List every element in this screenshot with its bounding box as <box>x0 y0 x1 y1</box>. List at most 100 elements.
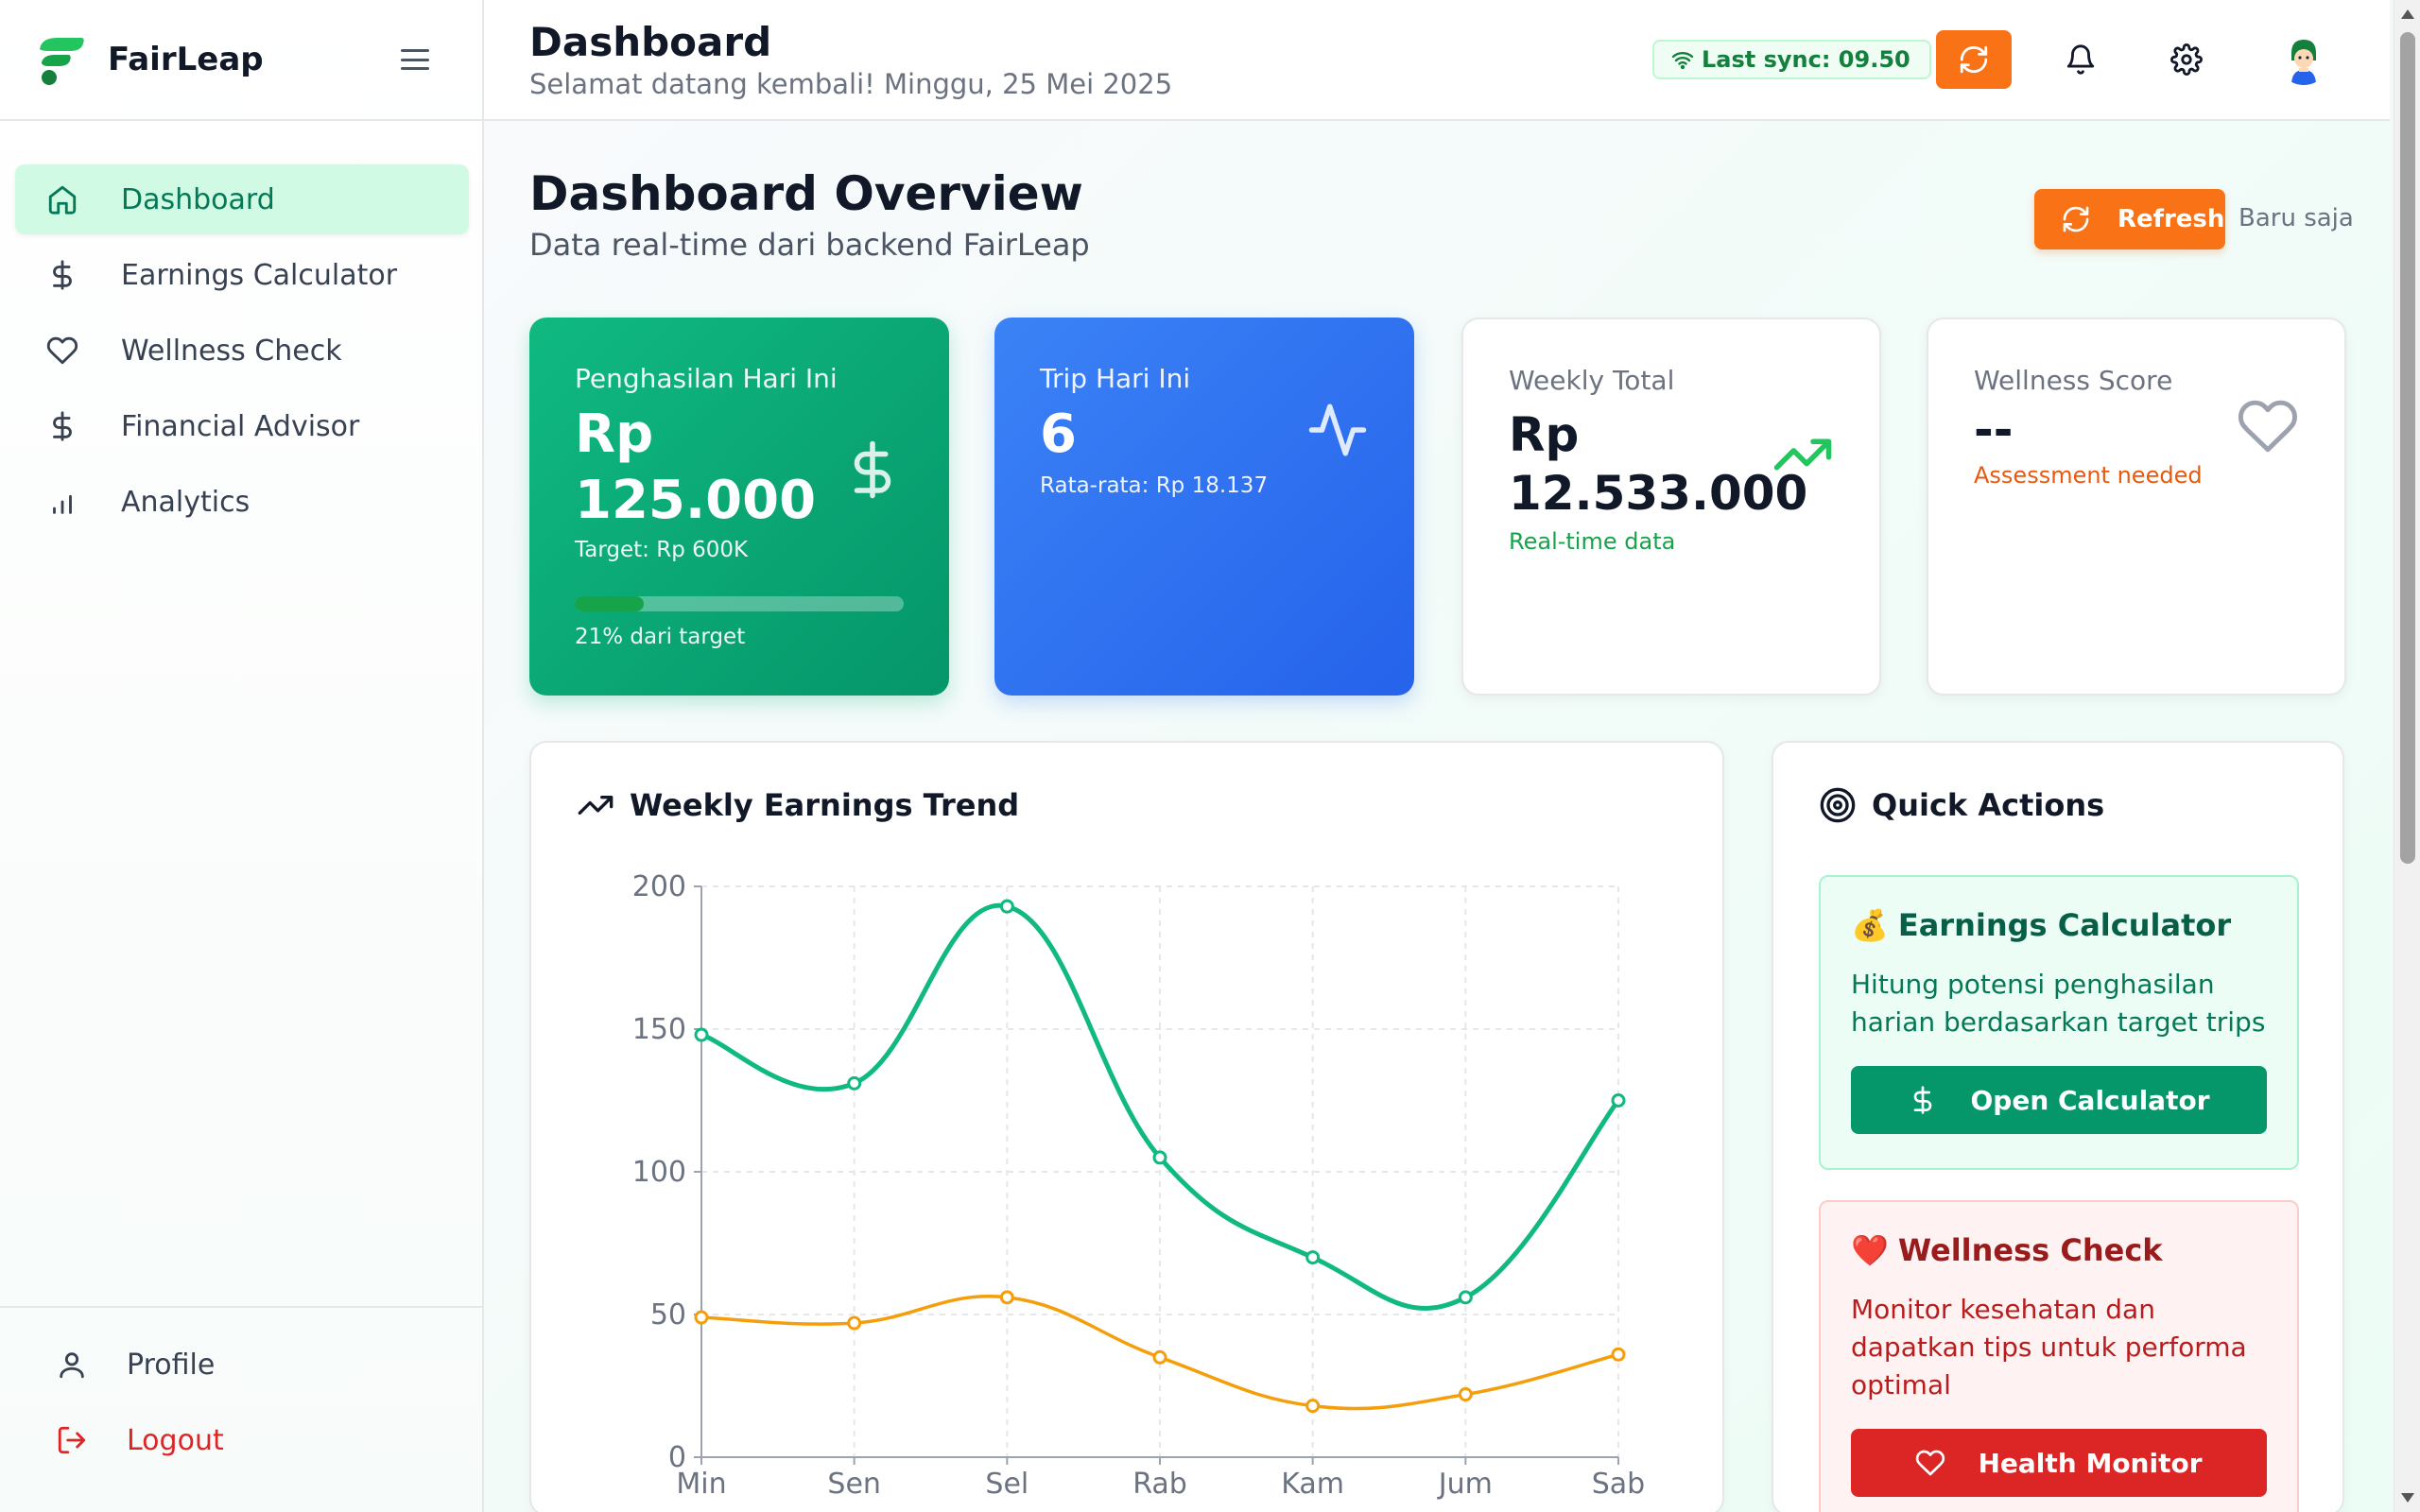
x-tick-label: Jum <box>1437 1468 1493 1501</box>
menu-toggle-icon[interactable] <box>401 49 429 70</box>
quick-actions-title: Quick Actions <box>1819 786 2104 824</box>
vertical-scrollbar[interactable] <box>2394 0 2420 1512</box>
qa-wellness-check: ❤️ Wellness Check Monitor kesehatan dan … <box>1819 1200 2299 1512</box>
bar-chart-icon <box>43 483 81 521</box>
stat-target: Target: Rp 600K <box>575 538 749 562</box>
scroll-down-arrow[interactable] <box>2401 1493 2414 1503</box>
overview-subtitle: Data real-time dari backend FairLeap <box>529 227 1090 263</box>
weekly-earnings-line-chart: 050100150200MinSenSelRabKamJumSabEarning… <box>632 870 1646 1501</box>
y-tick-label: 200 <box>632 870 686 903</box>
sync-status-badge: Last sync: 09.50 <box>1652 40 1931 79</box>
data-point-bonus <box>694 1310 709 1325</box>
qa-earnings-desc: Hitung potensi penghasilan harian berdas… <box>1851 969 2266 1038</box>
sidebar-item-earnings-calculator[interactable]: Earnings Calculator <box>15 240 469 310</box>
data-point-bonus <box>1152 1349 1167 1365</box>
sidebar-nav: Dashboard Earnings Calculator Wellness C… <box>15 164 469 542</box>
x-tick-label: Sab <box>1592 1468 1645 1501</box>
open-calculator-label: Open Calculator <box>1970 1084 2210 1116</box>
sidebar-item-dashboard[interactable]: Dashboard <box>15 164 469 234</box>
data-point-bonus <box>1611 1347 1626 1362</box>
home-icon <box>43 180 81 218</box>
brand-header: FairLeap <box>0 0 482 121</box>
money-bag-icon: 💰 <box>1851 907 1889 943</box>
sidebar-item-label: Earnings Calculator <box>121 258 398 292</box>
sidebar-item-financial-advisor[interactable]: Financial Advisor <box>15 391 469 461</box>
data-point-earnings <box>999 899 1014 914</box>
wifi-icon <box>1671 52 1694 70</box>
profile-link[interactable]: Profile <box>53 1327 482 1402</box>
top-header: Dashboard Selamat datang kembali! Minggu… <box>484 0 2390 121</box>
target-icon <box>1820 787 1856 823</box>
logout-link[interactable]: Logout <box>53 1402 482 1478</box>
stat-card-weekly-total: Weekly Total Rp 12.533.000 Real-time dat… <box>1461 318 1881 696</box>
scrollbar-thumb[interactable] <box>2400 32 2415 864</box>
refresh-icon <box>2063 206 2089 232</box>
y-tick-label: 50 <box>650 1298 686 1332</box>
stat-label: Wellness Score <box>1974 365 2173 396</box>
x-tick-label: Kam <box>1281 1468 1344 1501</box>
main-content: Dashboard Overview Data real-time dari b… <box>484 121 2392 1512</box>
refresh-icon <box>1960 45 1988 74</box>
activity-icon <box>1306 399 1369 465</box>
target-progress-fill <box>575 596 645 611</box>
qa-wellness-desc: Monitor kesehatan dan dapatkan tips untu… <box>1851 1294 2247 1400</box>
overview-title: Dashboard Overview <box>529 166 1083 221</box>
page-title: Dashboard <box>529 19 772 65</box>
sidebar-item-label: Dashboard <box>121 182 275 216</box>
health-monitor-button[interactable]: Health Monitor <box>1851 1429 2267 1497</box>
stat-card-wellness-score: Wellness Score -- Assessment needed <box>1927 318 2346 696</box>
sidebar-item-wellness-check[interactable]: Wellness Check <box>15 316 469 386</box>
refresh-label: Refresh <box>2118 205 2225 233</box>
x-tick-label: Rab <box>1132 1468 1187 1501</box>
y-tick-label: 150 <box>632 1013 686 1046</box>
qa-earnings-title-text: Earnings Calculator <box>1897 907 2232 943</box>
qa-wellness-title-text: Wellness Check <box>1897 1232 2163 1268</box>
data-point-earnings <box>1152 1150 1167 1165</box>
y-tick-label: 100 <box>632 1156 686 1189</box>
x-tick-label: Sel <box>985 1468 1028 1501</box>
welcome-subtitle: Selamat datang kembali! Minggu, 25 Mei 2… <box>529 68 1173 100</box>
x-tick-label: Min <box>676 1468 726 1501</box>
scroll-up-arrow[interactable] <box>2401 9 2414 19</box>
sidebar-footer: Profile Logout <box>0 1306 482 1512</box>
settings-button[interactable] <box>2165 38 2208 81</box>
data-point-bonus <box>847 1315 862 1331</box>
qa-earnings-title: 💰 Earnings Calculator <box>1851 907 2267 943</box>
sidebar-item-analytics[interactable]: Analytics <box>15 467 469 537</box>
stat-card-today-earnings: Penghasilan Hari Ini Rp 125.000 Target: … <box>529 318 949 696</box>
stat-note: Real-time data <box>1509 528 1676 555</box>
brand-name: FairLeap <box>108 41 264 78</box>
data-point-earnings <box>694 1027 709 1042</box>
refresh-button[interactable]: Refresh <box>2034 189 2225 249</box>
logout-icon <box>53 1421 91 1459</box>
stat-card-today-trips: Trip Hari Ini 6 Rata-rata: Rp 18.137 <box>994 318 1414 696</box>
weekly-earnings-chart-card: Weekly Earnings Trend 0 50 100 150 200 Min Sen… <box>529 741 1724 1512</box>
header-refresh-button[interactable] <box>1936 30 2012 89</box>
target-progress-bar <box>575 596 904 611</box>
notifications-button[interactable] <box>2059 38 2102 81</box>
quick-actions-title-text: Quick Actions <box>1872 787 2105 823</box>
dollar-icon <box>43 407 81 445</box>
dollar-icon <box>1914 1086 1932 1114</box>
open-calculator-button[interactable]: Open Calculator <box>1851 1066 2267 1134</box>
stat-note: Assessment needed <box>1974 462 2203 489</box>
heart-icon <box>43 332 81 369</box>
progress-label: 21% dari target <box>575 625 746 649</box>
sync-label: Last sync: 09.50 <box>1702 46 1910 73</box>
red-heart-icon: ❤️ <box>1851 1232 1889 1268</box>
data-point-earnings <box>1458 1290 1473 1305</box>
last-refresh-note: Baru saja <box>2238 204 2354 232</box>
x-tick-label: Sen <box>827 1468 881 1501</box>
stat-label: Penghasilan Hari Ini <box>575 363 838 394</box>
data-point-earnings <box>847 1075 862 1091</box>
data-point-earnings <box>1305 1250 1321 1265</box>
data-point-earnings <box>1611 1093 1626 1108</box>
user-avatar[interactable] <box>2278 34 2329 85</box>
qa-wellness-title: ❤️ Wellness Check <box>1851 1232 2267 1268</box>
user-icon <box>53 1346 91 1383</box>
trending-up-icon <box>1772 423 1834 490</box>
fairleap-logo[interactable] <box>32 30 91 89</box>
gear-icon <box>2170 43 2203 76</box>
data-point-bonus <box>1458 1387 1473 1402</box>
heart-icon <box>2237 395 2299 461</box>
